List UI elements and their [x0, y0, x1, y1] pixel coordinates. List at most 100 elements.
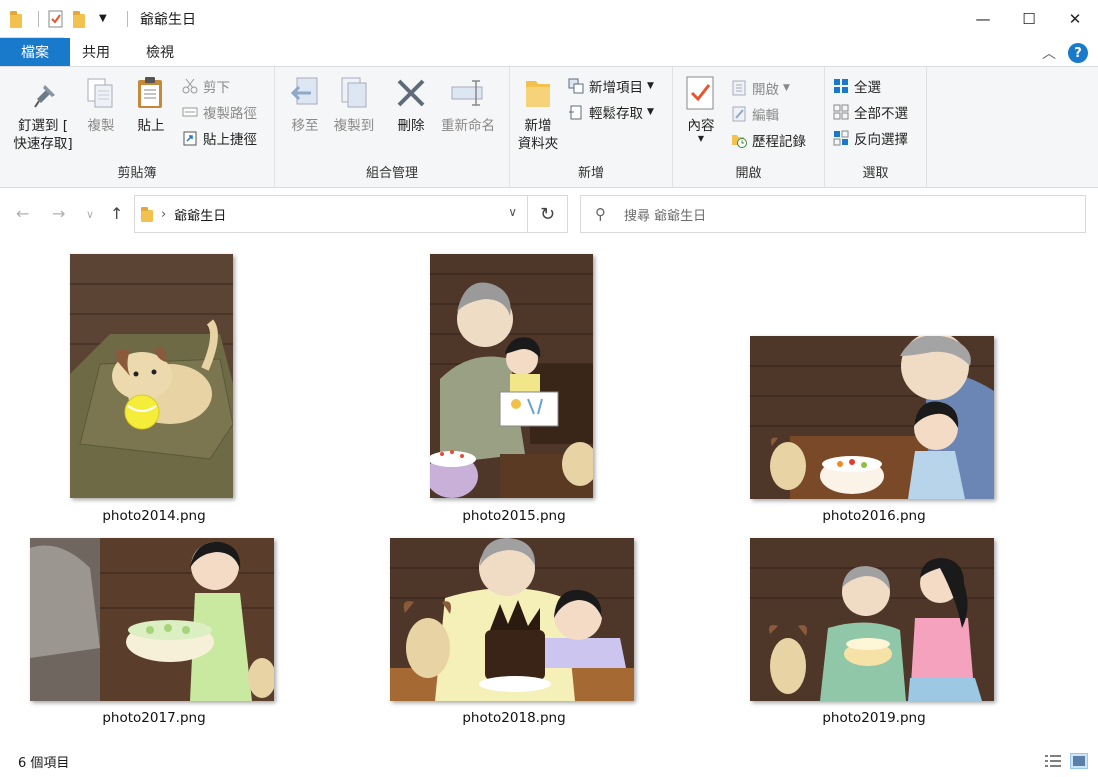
- file-name: photo2016.png: [822, 508, 926, 524]
- new-item-label: 新增項目: [589, 80, 643, 96]
- select-group: 全選 全部不選 反向選擇 選取: [825, 67, 927, 187]
- file-view: photo2014.png photo2015.png photo2016.pn…: [0, 238, 1098, 743]
- open-icon: [731, 80, 747, 96]
- breadcrumb-folder[interactable]: 爺爺生日: [174, 205, 226, 224]
- edit-label: 編輯: [752, 108, 779, 124]
- search-placeholder: 搜尋 爺爺生日: [624, 208, 707, 224]
- address-bar[interactable]: › 爺爺生日 ∨: [134, 195, 528, 233]
- grandma-chocolate-cake-image: [390, 538, 634, 701]
- select-all-icon: [833, 78, 849, 94]
- invert-selection-icon: [833, 130, 849, 146]
- new-folder-icon[interactable]: [73, 10, 91, 28]
- title-bar: ▼ 爺爺生日 — ☐ ✕: [0, 0, 1098, 38]
- open-group-label: 開啟: [735, 166, 762, 181]
- breadcrumb-chevron-icon[interactable]: ›: [161, 207, 166, 222]
- new-item-dropdown-icon: ▼: [647, 81, 654, 91]
- large-icons-view-icon[interactable]: [1070, 753, 1088, 769]
- file-item[interactable]: photo2018.png: [390, 538, 634, 738]
- status-bar: 6 個項目: [0, 745, 1098, 777]
- up-arrow-icon[interactable]: ↑: [110, 204, 123, 223]
- tab-view[interactable]: 檢視: [128, 38, 192, 66]
- properties-dropdown-icon: ▼: [697, 134, 705, 143]
- recent-locations-chevron-icon[interactable]: ∨: [86, 208, 94, 221]
- invert-selection-button[interactable]: 反向選擇: [833, 127, 908, 149]
- select-all-label: 全選: [854, 80, 881, 96]
- address-dropdown-icon[interactable]: ∨: [508, 205, 517, 219]
- minimize-button[interactable]: —: [960, 0, 1006, 38]
- details-view-icon[interactable]: [1044, 753, 1062, 769]
- easy-access-label: 輕鬆存取: [589, 106, 643, 122]
- copy-button[interactable]: 複製: [82, 75, 120, 135]
- grandma-teen-cake-image: [750, 538, 994, 701]
- open-group: 內容 ▼ 開啟 ▼ 編輯 歷程記錄 開啟: [673, 67, 825, 187]
- file-name: photo2014.png: [102, 508, 206, 524]
- photo-thumbnail: [70, 254, 233, 498]
- move-to-icon: [287, 75, 323, 111]
- cut-button[interactable]: 剪下: [182, 75, 230, 97]
- rename-icon: [450, 75, 486, 111]
- quick-access-toolbar: ▼: [0, 0, 136, 38]
- edit-button[interactable]: 編輯: [731, 103, 779, 125]
- edit-icon: [731, 106, 747, 122]
- forward-arrow-icon[interactable]: →: [52, 204, 65, 223]
- paste-shortcut-button[interactable]: 貼上捷徑: [182, 127, 257, 149]
- toolbar-divider: [127, 11, 128, 27]
- copy-to-label: 複製到: [333, 118, 375, 134]
- copy-to-icon: [336, 75, 372, 111]
- file-name: photo2017.png: [102, 710, 206, 726]
- pin-label-1: 釘選到 [: [17, 118, 69, 134]
- file-item[interactable]: photo2016.png: [750, 254, 994, 526]
- collapse-ribbon-icon[interactable]: ︿: [1042, 43, 1056, 63]
- invert-selection-label: 反向選擇: [854, 132, 908, 148]
- delete-button[interactable]: 刪除: [393, 75, 429, 135]
- properties-check-icon[interactable]: [47, 10, 65, 28]
- easy-access-button[interactable]: 輕鬆存取 ▼: [568, 101, 654, 123]
- photo-thumbnail: [750, 538, 994, 701]
- paste-button[interactable]: 貼上: [131, 75, 171, 135]
- copy-path-button[interactable]: 複製路徑: [182, 101, 257, 123]
- help-icon[interactable]: ?: [1068, 43, 1088, 63]
- properties-icon: [683, 75, 719, 111]
- file-name: photo2015.png: [462, 508, 566, 524]
- girl-green-cake-image: [30, 538, 274, 701]
- tab-share[interactable]: 共用: [64, 38, 128, 66]
- file-item[interactable]: photo2017.png: [30, 538, 274, 738]
- move-to-button[interactable]: 移至: [285, 75, 325, 135]
- organize-group-label: 組合管理: [365, 166, 418, 181]
- history-button[interactable]: 歷程記錄: [731, 129, 806, 151]
- pin-quick-access-button[interactable]: 釘選到 [ 快速存取]: [8, 75, 78, 153]
- paste-icon: [133, 75, 169, 111]
- photo-thumbnail: [750, 336, 994, 499]
- file-item[interactable]: photo2015.png: [394, 254, 634, 526]
- new-item-button[interactable]: 新增項目 ▼: [568, 75, 654, 97]
- window-controls: — ☐ ✕: [960, 0, 1098, 38]
- toolbar-divider: [38, 11, 39, 27]
- select-none-label: 全部不選: [854, 106, 908, 122]
- search-box[interactable]: ⚲ 搜尋 爺爺生日: [580, 195, 1086, 233]
- file-item[interactable]: photo2019.png: [750, 538, 994, 738]
- file-item[interactable]: photo2014.png: [34, 254, 274, 526]
- ribbon-tabs: 檔案 常用 共用 檢視 ︿ ?: [0, 37, 1098, 66]
- back-arrow-icon[interactable]: ←: [16, 204, 29, 223]
- copy-to-button[interactable]: 複製到: [329, 75, 379, 135]
- rename-label: 重新命名: [441, 118, 495, 134]
- select-all-button[interactable]: 全選: [833, 75, 881, 97]
- select-none-button[interactable]: 全部不選: [833, 101, 908, 123]
- properties-button[interactable]: 內容 ▼: [683, 75, 719, 143]
- tab-file[interactable]: 檔案: [0, 38, 70, 66]
- ribbon: 釘選到 [ 快速存取] 複製 貼上 剪下 複製路徑 貼上捷徑 剪貼簿 移至 複製…: [0, 66, 1098, 188]
- customize-toolbar-icon[interactable]: ▼: [99, 13, 117, 31]
- scissors-icon: [182, 78, 198, 94]
- copy-path-label: 複製路徑: [203, 106, 257, 122]
- close-button[interactable]: ✕: [1052, 0, 1098, 38]
- window-title: 爺爺生日: [140, 12, 196, 28]
- rename-button[interactable]: 重新命名: [437, 75, 499, 135]
- refresh-button[interactable]: ↻: [528, 195, 568, 233]
- new-folder-button[interactable]: 新增 資料夾: [516, 75, 560, 153]
- paste-shortcut-icon: [182, 130, 198, 146]
- open-button[interactable]: 開啟 ▼: [731, 77, 790, 99]
- maximize-button[interactable]: ☐: [1006, 0, 1052, 38]
- puppy-with-ball-image: [70, 254, 233, 498]
- delete-x-icon: [393, 75, 429, 111]
- delete-label: 刪除: [397, 118, 425, 134]
